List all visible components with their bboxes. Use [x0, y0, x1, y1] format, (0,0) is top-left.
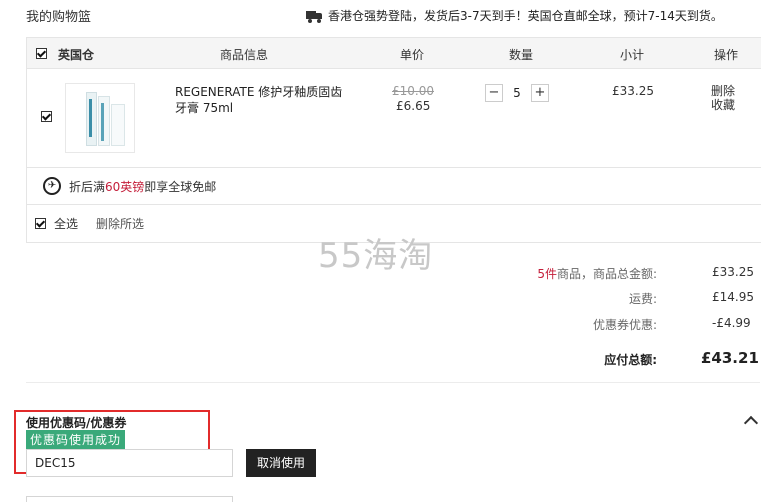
product-name[interactable]: REGENERATE 修护牙釉质固齿牙膏 75ml [175, 84, 345, 116]
shipping-fee-label: 运费: [628, 292, 657, 306]
quantity-value[interactable]: 5 [503, 86, 531, 100]
cancel-coupon-button[interactable]: 取消使用 [246, 449, 316, 477]
delete-link[interactable]: 删除 [711, 84, 735, 98]
coupon-success-badge: 优惠码使用成功 [26, 430, 126, 449]
delete-selected-link[interactable]: 删除所选 [96, 215, 144, 232]
decrease-button[interactable]: − [485, 84, 503, 102]
header-warehouse: 英国仓 [58, 48, 95, 62]
airplane-icon: ✈ [43, 177, 61, 195]
shipping-fee-value: £14.95 [712, 290, 754, 304]
truck-icon [306, 10, 322, 23]
summary-count-highlight: 5件 [537, 267, 557, 281]
cart-item-row: REGENERATE 修护牙釉质固齿牙膏 75ml £10.00 £6.65 −… [27, 69, 761, 168]
warehouse-checkbox[interactable] [36, 48, 47, 59]
watermark-logo: 55海淘 [318, 236, 434, 276]
promo-highlight: 60英镑 [105, 179, 145, 194]
header-info: 商品信息 [220, 48, 269, 62]
coupon-discount-label: 优惠券优惠: [592, 318, 657, 332]
payable-total-value: £43.21 [701, 349, 759, 367]
select-all-checkbox[interactable] [35, 217, 46, 229]
coupon-discount-value: -£4.99 [712, 316, 751, 330]
item-subtotal: £33.25 [612, 84, 654, 98]
second-coupon-input[interactable] [26, 496, 233, 502]
original-price: £10.00 [392, 84, 434, 98]
select-all-label[interactable]: 全选 [54, 215, 78, 232]
item-checkbox[interactable] [41, 111, 52, 122]
goods-total-value: £33.25 [712, 265, 754, 279]
header-qty: 数量 [509, 48, 534, 62]
header-subtotal: 小计 [620, 48, 645, 62]
divider [26, 382, 760, 383]
header-ops: 操作 [714, 48, 739, 62]
product-thumbnail[interactable] [65, 83, 135, 153]
page-title: 我的购物篮 [26, 10, 92, 25]
cart-table: 英国仓 商品信息 单价 数量 小计 操作 REGENERATE 修护牙釉质固齿牙… [26, 37, 761, 243]
shipping-notice-text: 香港仓强势登陆，发货后3-7天到手！英国仓直邮全球，预计7-14天到货。 [328, 9, 723, 23]
shipping-notice: 香港仓强势登陆，发货后3-7天到手！英国仓直邮全球，预计7-14天到货。 [306, 7, 723, 24]
promo-prefix: 折后满 [69, 179, 106, 194]
summary-count-label: 5件商品，商品总金额: [537, 265, 657, 282]
payable-total-label: 应付总额: [604, 353, 657, 367]
summary-count-text: 商品，商品总金额: [556, 267, 657, 281]
chevron-up-icon[interactable] [743, 415, 759, 431]
item-operations: 删除 收藏 [711, 84, 735, 112]
header-price: 单价 [400, 48, 425, 62]
coupon-code-input[interactable] [26, 449, 233, 477]
coupon-section-title: 使用优惠码/优惠券 [26, 416, 127, 430]
quantity-stepper: − 5 + [485, 84, 549, 102]
increase-button[interactable]: + [531, 84, 549, 102]
cart-header: 英国仓 商品信息 单价 数量 小计 操作 [27, 38, 761, 69]
discount-price: £6.65 [396, 99, 431, 113]
free-shipping-promo: ✈ 折后满60英镑即享全球免邮 [27, 168, 761, 205]
promo-suffix: 即享全球免邮 [144, 179, 217, 194]
favorite-link[interactable]: 收藏 [711, 98, 735, 112]
